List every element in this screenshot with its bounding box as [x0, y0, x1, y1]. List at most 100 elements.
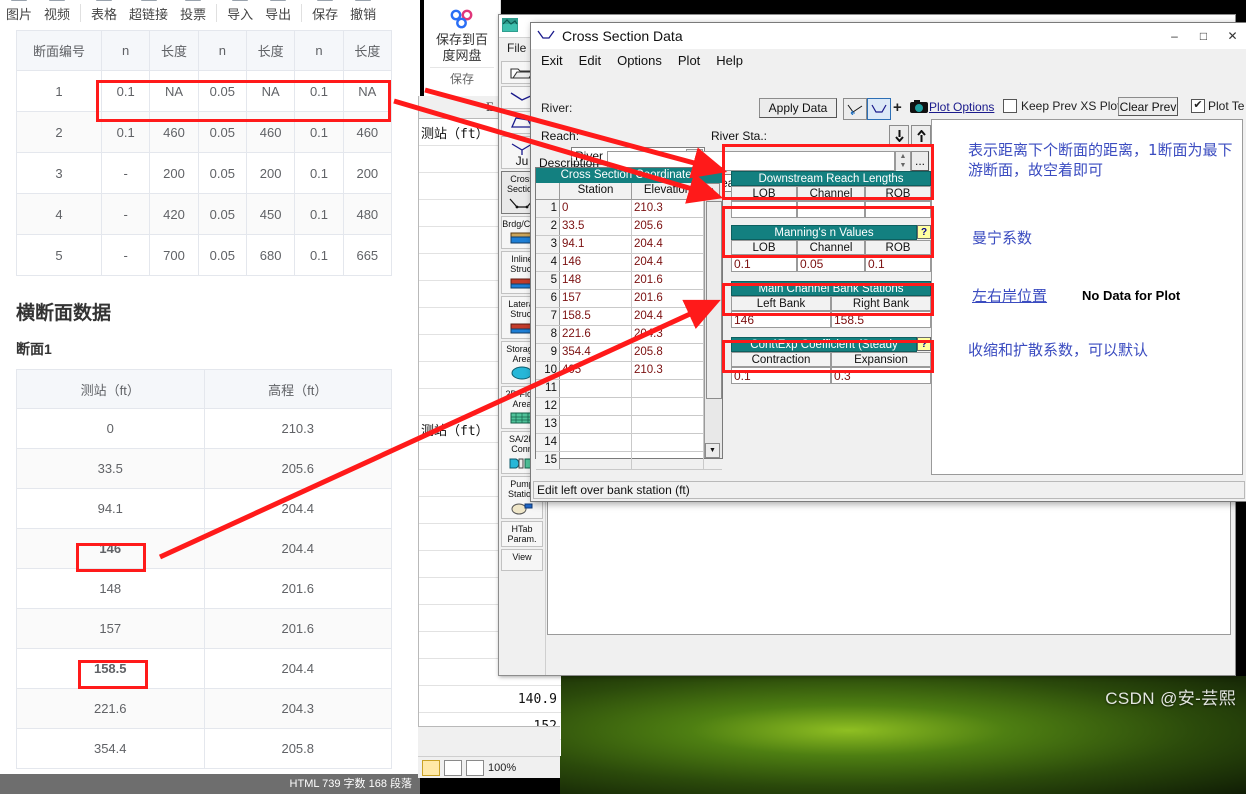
- cell-station[interactable]: [560, 452, 632, 469]
- coordinates-row[interactable]: 11: [536, 380, 722, 398]
- next-xs-up-button[interactable]: [911, 125, 931, 147]
- cell-station[interactable]: 148: [560, 272, 632, 289]
- cell-elevation[interactable]: 204.4: [632, 236, 704, 253]
- coordinates-row[interactable]: 10 405 210.3: [536, 362, 722, 380]
- menu-plot[interactable]: Plot: [678, 53, 700, 68]
- coordinates-row[interactable]: 1 0 210.3: [536, 200, 722, 218]
- bank-input-right[interactable]: 158.5: [831, 311, 931, 328]
- drl-input-lob[interactable]: [731, 201, 797, 218]
- move-points-icon[interactable]: [843, 98, 867, 120]
- cross-section-coordinates-grid[interactable]: Cross Section Coordinates Station Elevat…: [535, 167, 723, 470]
- coordinates-row[interactable]: 4 146 204.4: [536, 254, 722, 272]
- clear-prev-button[interactable]: Clear Prev: [1118, 97, 1178, 116]
- menu-exit[interactable]: Exit: [541, 53, 563, 68]
- bank-input-left[interactable]: 146: [731, 311, 831, 328]
- apply-data-button[interactable]: Apply Data: [759, 98, 837, 118]
- htab-param-button[interactable]: HTab Param.: [501, 521, 543, 547]
- cell-station[interactable]: 405: [560, 362, 632, 379]
- mannings-input-channel[interactable]: 0.05: [797, 255, 865, 272]
- menu-help[interactable]: Help: [716, 53, 743, 68]
- contexp-input-contraction[interactable]: 0.1: [731, 367, 831, 384]
- coordinates-row[interactable]: 12: [536, 398, 722, 416]
- contexp-help-icon[interactable]: ?: [917, 337, 931, 351]
- cell-elevation[interactable]: 205.8: [632, 344, 704, 361]
- coordinates-row[interactable]: 2 33.5 205.6: [536, 218, 722, 236]
- maximize-button[interactable]: □: [1189, 23, 1218, 49]
- cell-elevation[interactable]: 210.3: [632, 200, 704, 217]
- view-normal-icon[interactable]: [422, 759, 440, 776]
- toolbar-video-button[interactable]: 视频: [38, 0, 76, 28]
- cross-section-data-window[interactable]: Cross Section Data – □ ✕ Exit Edit Optio…: [530, 22, 1246, 502]
- cell-elevation[interactable]: [632, 434, 704, 451]
- cell-station[interactable]: 158.5: [560, 308, 632, 325]
- coordinates-row[interactable]: 13: [536, 416, 722, 434]
- scrollbar-thumb[interactable]: [706, 201, 722, 399]
- cell-elevation[interactable]: 201.6: [632, 290, 704, 307]
- keep-prev-checkbox[interactable]: [1003, 99, 1017, 113]
- coordinates-row[interactable]: 15: [536, 452, 722, 470]
- cell-station[interactable]: 146: [560, 254, 632, 271]
- plot-terrain-checkbox[interactable]: ✔: [1191, 99, 1205, 113]
- coordinates-scrollbar[interactable]: ▲ ▼: [704, 183, 722, 458]
- zoom-level[interactable]: 100%: [488, 762, 516, 774]
- coordinates-row[interactable]: 7 158.5 204.4: [536, 308, 722, 326]
- view-layout-icon[interactable]: [444, 759, 462, 776]
- next-xs-down-button[interactable]: [889, 125, 909, 147]
- baidu-save-footer[interactable]: 保存: [430, 67, 494, 87]
- coordinates-row[interactable]: 8 221.6 204.3: [536, 326, 722, 344]
- drl-input-rob[interactable]: [865, 201, 931, 218]
- coordinates-row[interactable]: 6 157 201.6: [536, 290, 722, 308]
- coordinates-row[interactable]: 5 148 201.6: [536, 272, 722, 290]
- view-button[interactable]: View: [501, 549, 543, 571]
- cell-station[interactable]: 157: [560, 290, 632, 307]
- toolbar-import-button[interactable]: 导入: [221, 0, 259, 28]
- toolbar-table-button[interactable]: 表格: [85, 0, 123, 28]
- close-button[interactable]: ✕: [1218, 23, 1246, 49]
- coordinates-row[interactable]: 14: [536, 434, 722, 452]
- mannings-help-icon[interactable]: ?: [917, 225, 931, 239]
- cell-elevation[interactable]: 204.4: [632, 254, 704, 271]
- cell-elevation[interactable]: 205.6: [632, 218, 704, 235]
- toolbar-export-button[interactable]: 导出: [259, 0, 297, 28]
- contexp-input-expansion[interactable]: 0.3: [831, 367, 931, 384]
- plot-options-link[interactable]: Plot Options: [929, 100, 994, 114]
- baidu-netdisk-save-card[interactable]: 保存到百 度网盘 保存: [424, 0, 501, 96]
- drl-input-channel[interactable]: [797, 201, 865, 218]
- scroll-up-arrow-icon[interactable]: ▲: [705, 183, 720, 198]
- minimize-button[interactable]: –: [1160, 23, 1189, 49]
- cell-elevation[interactable]: [632, 452, 704, 469]
- xs-menu-bar[interactable]: Exit Edit Options Plot Help: [531, 49, 1246, 71]
- menu-edit[interactable]: Edit: [579, 53, 601, 68]
- mannings-input-rob[interactable]: 0.1: [865, 255, 931, 272]
- xs-plot-icon[interactable]: [867, 98, 891, 120]
- toolbar-image-button[interactable]: 图片: [0, 0, 38, 28]
- cell-station[interactable]: [560, 434, 632, 451]
- cell-elevation[interactable]: 204.3: [632, 326, 704, 343]
- add-icon[interactable]: +: [893, 99, 902, 116]
- cell-station[interactable]: 33.5: [560, 218, 632, 235]
- mannings-input-lob[interactable]: 0.1: [731, 255, 797, 272]
- description-more-button[interactable]: ...: [911, 151, 929, 171]
- cell-station[interactable]: 0: [560, 200, 632, 217]
- menu-options[interactable]: Options: [617, 53, 662, 68]
- cell-elevation[interactable]: [632, 416, 704, 433]
- coordinates-row[interactable]: 9 354.4 205.8: [536, 344, 722, 362]
- toolbar-undo-button[interactable]: 撤销: [344, 0, 382, 28]
- cell-elevation[interactable]: 201.6: [632, 272, 704, 289]
- cell-elevation[interactable]: 210.3: [632, 362, 704, 379]
- toolbar-save-button[interactable]: 保存: [306, 0, 344, 28]
- cell-station[interactable]: 221.6: [560, 326, 632, 343]
- geometry-menu-file[interactable]: File: [507, 41, 526, 55]
- coordinates-row[interactable]: 3 94.1 204.4: [536, 236, 722, 254]
- cell-station[interactable]: [560, 380, 632, 397]
- cell-station[interactable]: [560, 398, 632, 415]
- toolbar-link-button[interactable]: 超链接: [123, 0, 174, 28]
- scroll-down-arrow-icon[interactable]: ▼: [705, 443, 720, 458]
- camera-icon[interactable]: [909, 99, 929, 117]
- cell-elevation[interactable]: [632, 398, 704, 415]
- toolbar-poll-button[interactable]: 投票: [174, 0, 212, 28]
- cell-station[interactable]: 94.1: [560, 236, 632, 253]
- view-pagebreak-icon[interactable]: [466, 759, 484, 776]
- cell-elevation[interactable]: 204.4: [632, 308, 704, 325]
- description-spinner[interactable]: ▲ ▼: [895, 151, 911, 173]
